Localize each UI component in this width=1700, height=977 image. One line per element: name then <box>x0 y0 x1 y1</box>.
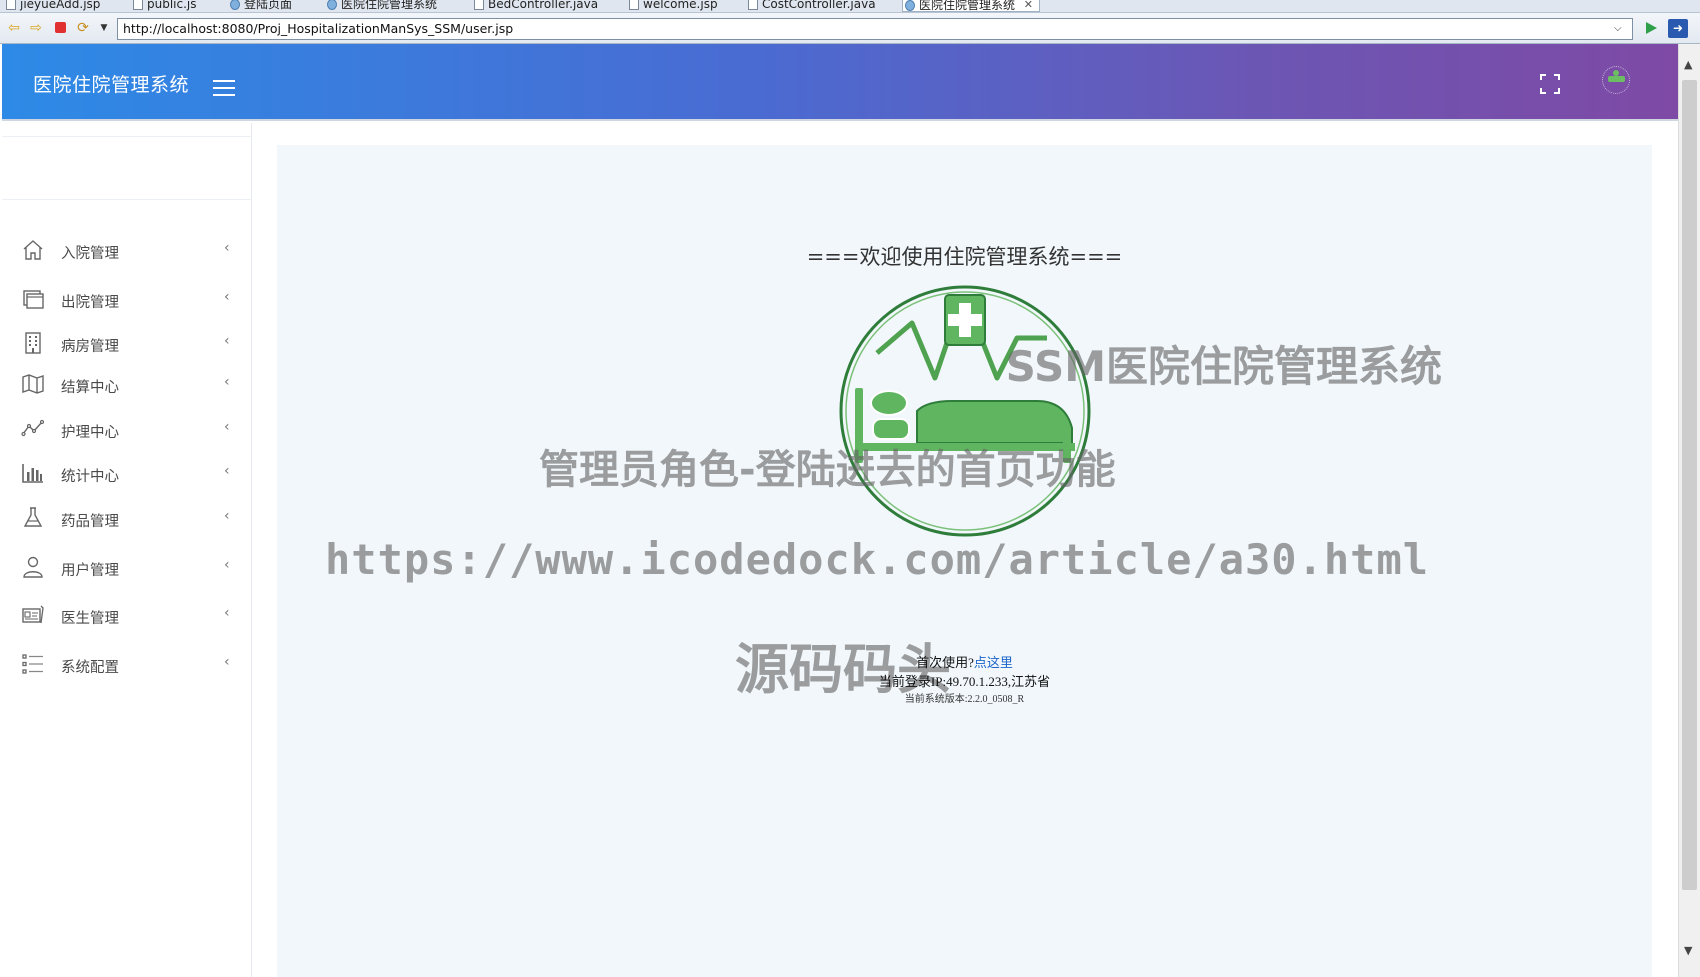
sidebar: 入院管理 ‹ 出院管理 ‹ 病房管理 ‹ 结算中心 ‹ 护理中心 ‹ 统计中心 … <box>2 123 252 977</box>
browser-address-bar: ⇦ ⇨ ⟳ ▼ http://localhost:8080/Proj_Hospi… <box>0 13 1700 44</box>
first-use-hint: 首次使用?点这里 <box>916 655 1013 670</box>
stop-icon <box>54 22 66 33</box>
file-icon <box>133 0 143 10</box>
chevron-left-icon: ‹ <box>224 463 230 479</box>
app-title: 医院住院管理系统 <box>33 74 190 96</box>
chevron-down-icon[interactable]: ⌵ <box>1614 23 1622 34</box>
sidebar-item-label: 统计中心 <box>61 469 119 485</box>
globe-icon <box>327 0 337 10</box>
browser-tab[interactable]: jieyueAdd.jsp <box>4 0 100 12</box>
sidebar-item-label: 系统配置 <box>61 660 119 676</box>
sidebar-item-label: 护理中心 <box>61 425 119 441</box>
hamburger-menu-icon[interactable] <box>213 80 235 98</box>
sidebar-item-discharge[interactable]: 出院管理 ‹ <box>2 278 252 318</box>
scroll-thumb[interactable] <box>1682 80 1697 890</box>
fullscreen-icon[interactable] <box>1540 74 1560 94</box>
sidebar-item-doctors[interactable]: 医生管理 ‹ <box>2 594 252 634</box>
sidebar-item-label: 医生管理 <box>61 611 119 627</box>
file-icon <box>629 0 639 10</box>
browser-tab[interactable]: welcome.jsp <box>627 0 718 12</box>
scroll-down-icon[interactable]: ▼ <box>1684 944 1692 957</box>
extension-button[interactable]: ➜ <box>1668 19 1688 38</box>
system-version-text: 当前系统版本:2.2.0_0508_R <box>904 694 1025 705</box>
main-content: ===欢迎使用住院管理系统=== SSM医院住院管理系统 管理员角色-登陆进去的… <box>253 123 1678 977</box>
sidebar-item-label: 出院管理 <box>61 295 119 311</box>
file-icon <box>474 0 484 10</box>
line-chart-icon <box>21 419 45 437</box>
avatar[interactable] <box>1602 66 1630 94</box>
first-use-link[interactable]: 点这里 <box>974 655 1013 670</box>
close-tab-icon[interactable]: ✕ <box>1024 0 1033 12</box>
app-header: 医院住院管理系统 <box>2 44 1678 121</box>
stop-button[interactable] <box>51 19 69 37</box>
sidebar-item-label: 入院管理 <box>61 246 119 262</box>
watermark-text: 管理员角色-登陆进去的首页功能 <box>539 447 1116 493</box>
browser-tab[interactable]: 登陆页面 <box>228 0 292 12</box>
refresh-button[interactable]: ⟳ <box>74 19 92 37</box>
sidebar-item-label: 药品管理 <box>61 514 119 530</box>
sidebar-item-label: 结算中心 <box>61 380 119 396</box>
back-button[interactable]: ⇦ <box>5 19 23 37</box>
welcome-panel: ===欢迎使用住院管理系统=== SSM医院住院管理系统 管理员角色-登陆进去的… <box>277 145 1652 977</box>
sidebar-item-users[interactable]: 用户管理 ‹ <box>2 546 252 586</box>
browser-tab[interactable]: public.js <box>131 0 197 12</box>
flask-icon <box>23 507 43 527</box>
watermark-text: SSM医院住院管理系统 <box>1005 342 1442 391</box>
scroll-up-icon[interactable]: ▲ <box>1684 58 1692 71</box>
browser-tab[interactable]: 医院住院管理系统 <box>325 0 437 12</box>
url-input[interactable]: http://localhost:8080/Proj_Hospitalizati… <box>117 18 1633 40</box>
chevron-left-icon: ‹ <box>224 240 230 256</box>
sidebar-item-label: 用户管理 <box>61 563 119 579</box>
history-dropdown-button[interactable]: ▼ <box>95 19 113 37</box>
sidebar-item-statistics[interactable]: 统计中心 ‹ <box>2 452 252 492</box>
chevron-left-icon: ‹ <box>224 654 230 670</box>
go-button[interactable] <box>1641 19 1659 37</box>
browser-tab-active[interactable]: 医院住院管理系统 ✕ <box>902 0 1041 12</box>
user-icon <box>23 556 43 578</box>
sidebar-item-medicine[interactable]: 药品管理 ‹ <box>2 497 252 537</box>
sidebar-item-settings[interactable]: 系统配置 ‹ <box>2 643 252 683</box>
divider <box>2 136 252 137</box>
chevron-left-icon: ‹ <box>224 605 230 621</box>
play-icon <box>1646 22 1657 34</box>
forward-button[interactable]: ⇨ <box>27 19 45 37</box>
chevron-left-icon: ‹ <box>224 333 230 349</box>
sidebar-item-admission[interactable]: 入院管理 ‹ <box>2 229 252 269</box>
hospital-bed-logo-icon <box>839 285 1091 537</box>
chevron-left-icon: ‹ <box>224 289 230 305</box>
page-title: ===欢迎使用住院管理系统=== <box>806 245 1123 269</box>
page-scrollbar[interactable]: ▲ ▼ <box>1678 44 1700 977</box>
building-icon <box>25 332 41 354</box>
bar-chart-icon <box>22 464 43 483</box>
chevron-left-icon: ‹ <box>224 557 230 573</box>
home-icon <box>23 240 43 260</box>
chevron-left-icon: ‹ <box>224 508 230 524</box>
divider <box>2 199 252 200</box>
window-icon <box>23 290 44 309</box>
file-icon <box>6 0 16 10</box>
chevron-left-icon: ‹ <box>224 374 230 390</box>
globe-icon <box>905 0 915 11</box>
watermark-text: https://www.icodedock.com/article/a30.ht… <box>325 535 1430 584</box>
sidebar-item-label: 病房管理 <box>61 339 119 355</box>
login-ip-text: 当前登录IP:49.70.1.233,江苏省 <box>878 674 1051 689</box>
list-icon <box>22 654 43 674</box>
sidebar-item-nursing[interactable]: 护理中心 ‹ <box>2 408 252 448</box>
browser-tab-bar: jieyueAdd.jsp public.js 登陆页面 医院住院管理系统 Be… <box>0 0 1700 13</box>
file-icon <box>748 0 758 10</box>
chevron-left-icon: ‹ <box>224 419 230 435</box>
sidebar-item-settlement[interactable]: 结算中心 ‹ <box>2 363 252 403</box>
id-card-icon <box>22 605 44 624</box>
browser-tab[interactable]: CostController.java <box>746 0 876 12</box>
sidebar-item-ward[interactable]: 病房管理 ‹ <box>2 322 252 362</box>
globe-icon <box>230 0 240 10</box>
map-icon <box>22 374 44 394</box>
browser-tab[interactable]: BedController.java <box>472 0 598 12</box>
